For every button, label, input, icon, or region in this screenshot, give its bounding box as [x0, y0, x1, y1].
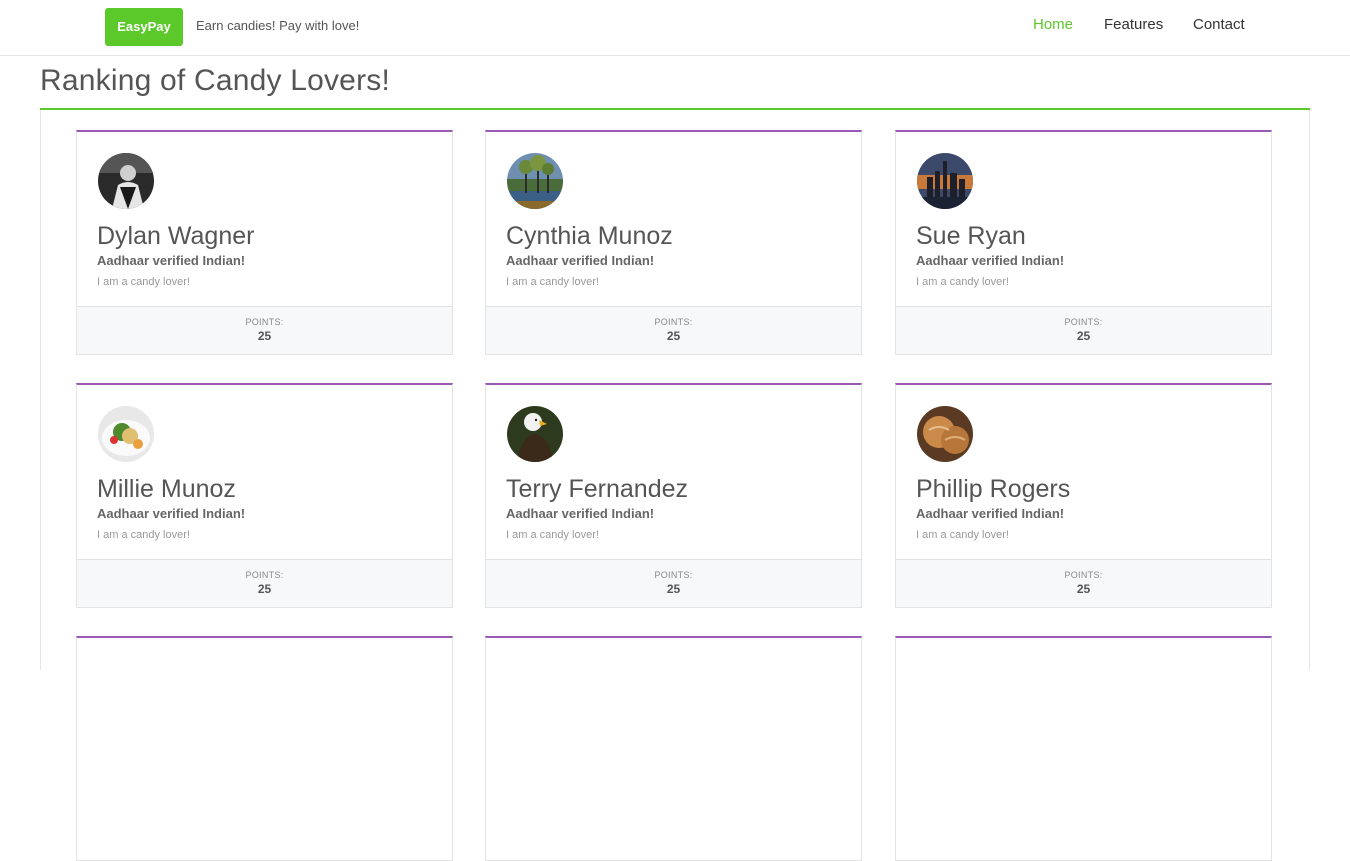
user-name: Phillip Rogers: [916, 475, 1071, 503]
brand-logo-button[interactable]: EasyPay: [105, 8, 183, 46]
user-description: I am a candy lover!: [916, 276, 1009, 288]
verification-status: Aadhaar verified Indian!: [916, 253, 1065, 268]
card-footer: POINTS: 25: [486, 559, 861, 607]
user-description: I am a candy lover!: [916, 529, 1009, 541]
eagle-photo-icon: [507, 406, 563, 462]
user-description: I am a candy lover!: [506, 276, 599, 288]
user-description: I am a candy lover!: [97, 529, 190, 541]
points-value: 25: [666, 582, 681, 596]
user-card-partial: [485, 636, 862, 861]
user-card: Dylan Wagner Aadhaar verified Indian! I …: [76, 130, 453, 355]
points-value: 25: [1076, 582, 1091, 596]
user-name: Sue Ryan: [916, 222, 1026, 250]
card-footer: POINTS: 25: [896, 306, 1271, 354]
card-footer: POINTS: 25: [486, 306, 861, 354]
top-navbar: EasyPay Earn candies! Pay with love! Hom…: [0, 0, 1350, 56]
verification-status: Aadhaar verified Indian!: [97, 506, 246, 521]
points-value: 25: [257, 582, 272, 596]
user-description: I am a candy lover!: [506, 529, 599, 541]
verification-status: Aadhaar verified Indian!: [916, 506, 1065, 521]
user-card: Phillip Rogers Aadhaar verified Indian! …: [895, 383, 1272, 608]
user-description: I am a candy lover!: [97, 276, 190, 288]
food-plate-photo-icon: [98, 406, 154, 462]
verification-status: Aadhaar verified Indian!: [97, 253, 246, 268]
points-label: POINTS:: [245, 570, 284, 580]
city-skyline-photo-icon: [917, 153, 973, 209]
user-card: Terry Fernandez Aadhaar verified Indian!…: [485, 383, 862, 608]
card-footer: POINTS: 25: [77, 559, 452, 607]
user-card-partial: [895, 636, 1272, 861]
user-name: Dylan Wagner: [97, 222, 255, 250]
user-name: Millie Munoz: [97, 475, 236, 503]
points-value: 25: [666, 329, 681, 343]
lake-trees-photo-icon: [507, 153, 563, 209]
user-name: Terry Fernandez: [506, 475, 689, 503]
verification-status: Aadhaar verified Indian!: [506, 506, 655, 521]
verification-status: Aadhaar verified Indian!: [506, 253, 655, 268]
nav-features-link[interactable]: Features: [1104, 16, 1163, 33]
points-label: POINTS:: [245, 317, 284, 327]
page-title: Ranking of Candy Lovers!: [40, 64, 390, 97]
card-footer: POINTS: 25: [896, 559, 1271, 607]
user-name: Cynthia Munoz: [506, 222, 673, 250]
nav-home-link[interactable]: Home: [1033, 16, 1073, 33]
portrait-photo-icon: [98, 153, 154, 209]
points-label: POINTS:: [654, 317, 693, 327]
points-value: 25: [1076, 329, 1091, 343]
brand-tagline: Earn candies! Pay with love!: [196, 18, 360, 33]
bread-photo-icon: [917, 406, 973, 462]
user-card: Sue Ryan Aadhaar verified Indian! I am a…: [895, 130, 1272, 355]
points-value: 25: [257, 329, 272, 343]
user-card-partial: [76, 636, 453, 861]
nav-contact-link[interactable]: Contact: [1193, 16, 1245, 33]
points-label: POINTS:: [1064, 570, 1103, 580]
user-card: Cynthia Munoz Aadhaar verified Indian! I…: [485, 130, 862, 355]
user-card: Millie Munoz Aadhaar verified Indian! I …: [76, 383, 453, 608]
points-label: POINTS:: [1064, 317, 1103, 327]
card-footer: POINTS: 25: [77, 306, 452, 354]
points-label: POINTS:: [654, 570, 693, 580]
